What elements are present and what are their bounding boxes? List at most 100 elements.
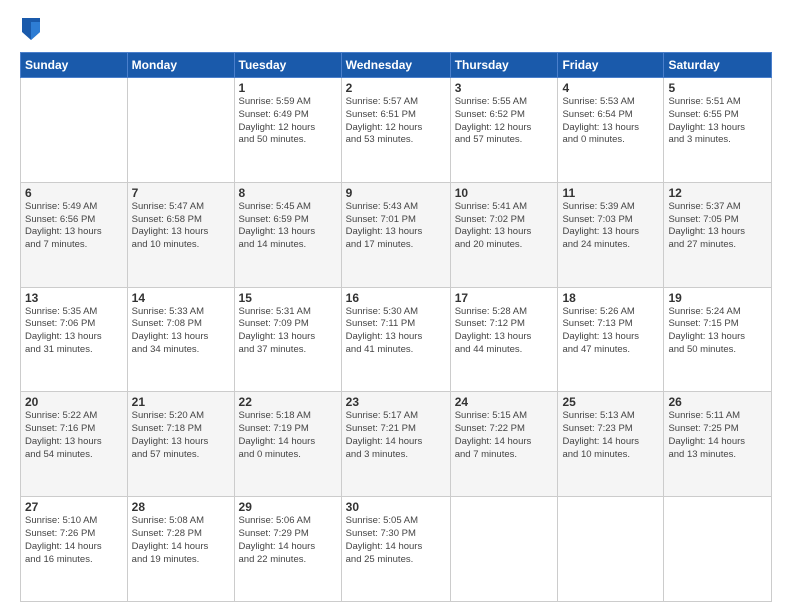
calendar-cell: 29Sunrise: 5:06 AM Sunset: 7:29 PM Dayli… xyxy=(234,497,341,602)
logo xyxy=(20,18,44,40)
day-number: 16 xyxy=(346,291,446,305)
day-number: 18 xyxy=(562,291,659,305)
calendar-cell: 30Sunrise: 5:05 AM Sunset: 7:30 PM Dayli… xyxy=(341,497,450,602)
day-info: Sunrise: 5:22 AM Sunset: 7:16 PM Dayligh… xyxy=(25,410,123,461)
weekday-header: Tuesday xyxy=(234,53,341,78)
day-info: Sunrise: 5:51 AM Sunset: 6:55 PM Dayligh… xyxy=(668,96,767,147)
calendar-week-row: 6Sunrise: 5:49 AM Sunset: 6:56 PM Daylig… xyxy=(21,182,772,287)
calendar-cell: 2Sunrise: 5:57 AM Sunset: 6:51 PM Daylig… xyxy=(341,78,450,183)
day-number: 27 xyxy=(25,500,123,514)
calendar-cell: 13Sunrise: 5:35 AM Sunset: 7:06 PM Dayli… xyxy=(21,287,128,392)
weekday-header: Sunday xyxy=(21,53,128,78)
day-info: Sunrise: 5:05 AM Sunset: 7:30 PM Dayligh… xyxy=(346,515,446,566)
calendar-week-row: 13Sunrise: 5:35 AM Sunset: 7:06 PM Dayli… xyxy=(21,287,772,392)
day-number: 19 xyxy=(668,291,767,305)
weekday-header: Wednesday xyxy=(341,53,450,78)
day-info: Sunrise: 5:10 AM Sunset: 7:26 PM Dayligh… xyxy=(25,515,123,566)
calendar-cell: 25Sunrise: 5:13 AM Sunset: 7:23 PM Dayli… xyxy=(558,392,664,497)
day-number: 30 xyxy=(346,500,446,514)
calendar-cell: 24Sunrise: 5:15 AM Sunset: 7:22 PM Dayli… xyxy=(450,392,558,497)
day-info: Sunrise: 5:26 AM Sunset: 7:13 PM Dayligh… xyxy=(562,306,659,357)
day-number: 22 xyxy=(239,395,337,409)
logo-icon xyxy=(22,18,40,40)
calendar-cell xyxy=(664,497,772,602)
day-info: Sunrise: 5:06 AM Sunset: 7:29 PM Dayligh… xyxy=(239,515,337,566)
day-number: 12 xyxy=(668,186,767,200)
day-number: 13 xyxy=(25,291,123,305)
calendar-cell: 5Sunrise: 5:51 AM Sunset: 6:55 PM Daylig… xyxy=(664,78,772,183)
day-number: 28 xyxy=(132,500,230,514)
day-number: 24 xyxy=(455,395,554,409)
calendar-week-row: 1Sunrise: 5:59 AM Sunset: 6:49 PM Daylig… xyxy=(21,78,772,183)
day-info: Sunrise: 5:28 AM Sunset: 7:12 PM Dayligh… xyxy=(455,306,554,357)
day-info: Sunrise: 5:08 AM Sunset: 7:28 PM Dayligh… xyxy=(132,515,230,566)
day-number: 17 xyxy=(455,291,554,305)
calendar-cell: 27Sunrise: 5:10 AM Sunset: 7:26 PM Dayli… xyxy=(21,497,128,602)
calendar-week-row: 27Sunrise: 5:10 AM Sunset: 7:26 PM Dayli… xyxy=(21,497,772,602)
calendar-cell: 8Sunrise: 5:45 AM Sunset: 6:59 PM Daylig… xyxy=(234,182,341,287)
calendar-cell: 9Sunrise: 5:43 AM Sunset: 7:01 PM Daylig… xyxy=(341,182,450,287)
calendar-cell: 11Sunrise: 5:39 AM Sunset: 7:03 PM Dayli… xyxy=(558,182,664,287)
day-info: Sunrise: 5:24 AM Sunset: 7:15 PM Dayligh… xyxy=(668,306,767,357)
day-number: 7 xyxy=(132,186,230,200)
calendar-cell: 18Sunrise: 5:26 AM Sunset: 7:13 PM Dayli… xyxy=(558,287,664,392)
day-info: Sunrise: 5:11 AM Sunset: 7:25 PM Dayligh… xyxy=(668,410,767,461)
calendar-cell: 1Sunrise: 5:59 AM Sunset: 6:49 PM Daylig… xyxy=(234,78,341,183)
calendar-cell: 19Sunrise: 5:24 AM Sunset: 7:15 PM Dayli… xyxy=(664,287,772,392)
day-number: 23 xyxy=(346,395,446,409)
day-number: 9 xyxy=(346,186,446,200)
day-info: Sunrise: 5:45 AM Sunset: 6:59 PM Dayligh… xyxy=(239,201,337,252)
day-info: Sunrise: 5:47 AM Sunset: 6:58 PM Dayligh… xyxy=(132,201,230,252)
day-info: Sunrise: 5:13 AM Sunset: 7:23 PM Dayligh… xyxy=(562,410,659,461)
weekday-header: Friday xyxy=(558,53,664,78)
day-number: 29 xyxy=(239,500,337,514)
day-number: 15 xyxy=(239,291,337,305)
weekday-header: Thursday xyxy=(450,53,558,78)
day-number: 8 xyxy=(239,186,337,200)
day-info: Sunrise: 5:31 AM Sunset: 7:09 PM Dayligh… xyxy=(239,306,337,357)
calendar-cell: 7Sunrise: 5:47 AM Sunset: 6:58 PM Daylig… xyxy=(127,182,234,287)
calendar-cell: 12Sunrise: 5:37 AM Sunset: 7:05 PM Dayli… xyxy=(664,182,772,287)
page-header xyxy=(20,18,772,40)
day-info: Sunrise: 5:49 AM Sunset: 6:56 PM Dayligh… xyxy=(25,201,123,252)
weekday-header: Monday xyxy=(127,53,234,78)
day-info: Sunrise: 5:55 AM Sunset: 6:52 PM Dayligh… xyxy=(455,96,554,147)
calendar-cell: 26Sunrise: 5:11 AM Sunset: 7:25 PM Dayli… xyxy=(664,392,772,497)
calendar-cell: 6Sunrise: 5:49 AM Sunset: 6:56 PM Daylig… xyxy=(21,182,128,287)
calendar-cell xyxy=(450,497,558,602)
day-number: 20 xyxy=(25,395,123,409)
day-info: Sunrise: 5:35 AM Sunset: 7:06 PM Dayligh… xyxy=(25,306,123,357)
calendar-week-row: 20Sunrise: 5:22 AM Sunset: 7:16 PM Dayli… xyxy=(21,392,772,497)
calendar-cell xyxy=(558,497,664,602)
calendar-cell: 3Sunrise: 5:55 AM Sunset: 6:52 PM Daylig… xyxy=(450,78,558,183)
day-info: Sunrise: 5:41 AM Sunset: 7:02 PM Dayligh… xyxy=(455,201,554,252)
day-number: 11 xyxy=(562,186,659,200)
day-number: 21 xyxy=(132,395,230,409)
day-number: 6 xyxy=(25,186,123,200)
calendar-cell: 28Sunrise: 5:08 AM Sunset: 7:28 PM Dayli… xyxy=(127,497,234,602)
calendar-cell: 17Sunrise: 5:28 AM Sunset: 7:12 PM Dayli… xyxy=(450,287,558,392)
calendar-cell xyxy=(127,78,234,183)
day-info: Sunrise: 5:30 AM Sunset: 7:11 PM Dayligh… xyxy=(346,306,446,357)
weekday-header: Saturday xyxy=(664,53,772,78)
day-info: Sunrise: 5:15 AM Sunset: 7:22 PM Dayligh… xyxy=(455,410,554,461)
day-info: Sunrise: 5:59 AM Sunset: 6:49 PM Dayligh… xyxy=(239,96,337,147)
day-info: Sunrise: 5:43 AM Sunset: 7:01 PM Dayligh… xyxy=(346,201,446,252)
day-number: 3 xyxy=(455,81,554,95)
day-info: Sunrise: 5:57 AM Sunset: 6:51 PM Dayligh… xyxy=(346,96,446,147)
day-info: Sunrise: 5:39 AM Sunset: 7:03 PM Dayligh… xyxy=(562,201,659,252)
calendar-header-row: SundayMondayTuesdayWednesdayThursdayFrid… xyxy=(21,53,772,78)
calendar-cell: 15Sunrise: 5:31 AM Sunset: 7:09 PM Dayli… xyxy=(234,287,341,392)
day-number: 14 xyxy=(132,291,230,305)
day-info: Sunrise: 5:53 AM Sunset: 6:54 PM Dayligh… xyxy=(562,96,659,147)
day-info: Sunrise: 5:18 AM Sunset: 7:19 PM Dayligh… xyxy=(239,410,337,461)
calendar-cell: 10Sunrise: 5:41 AM Sunset: 7:02 PM Dayli… xyxy=(450,182,558,287)
day-info: Sunrise: 5:17 AM Sunset: 7:21 PM Dayligh… xyxy=(346,410,446,461)
calendar-cell: 21Sunrise: 5:20 AM Sunset: 7:18 PM Dayli… xyxy=(127,392,234,497)
calendar-cell: 4Sunrise: 5:53 AM Sunset: 6:54 PM Daylig… xyxy=(558,78,664,183)
day-info: Sunrise: 5:33 AM Sunset: 7:08 PM Dayligh… xyxy=(132,306,230,357)
day-number: 5 xyxy=(668,81,767,95)
day-number: 4 xyxy=(562,81,659,95)
calendar-cell: 16Sunrise: 5:30 AM Sunset: 7:11 PM Dayli… xyxy=(341,287,450,392)
day-number: 10 xyxy=(455,186,554,200)
